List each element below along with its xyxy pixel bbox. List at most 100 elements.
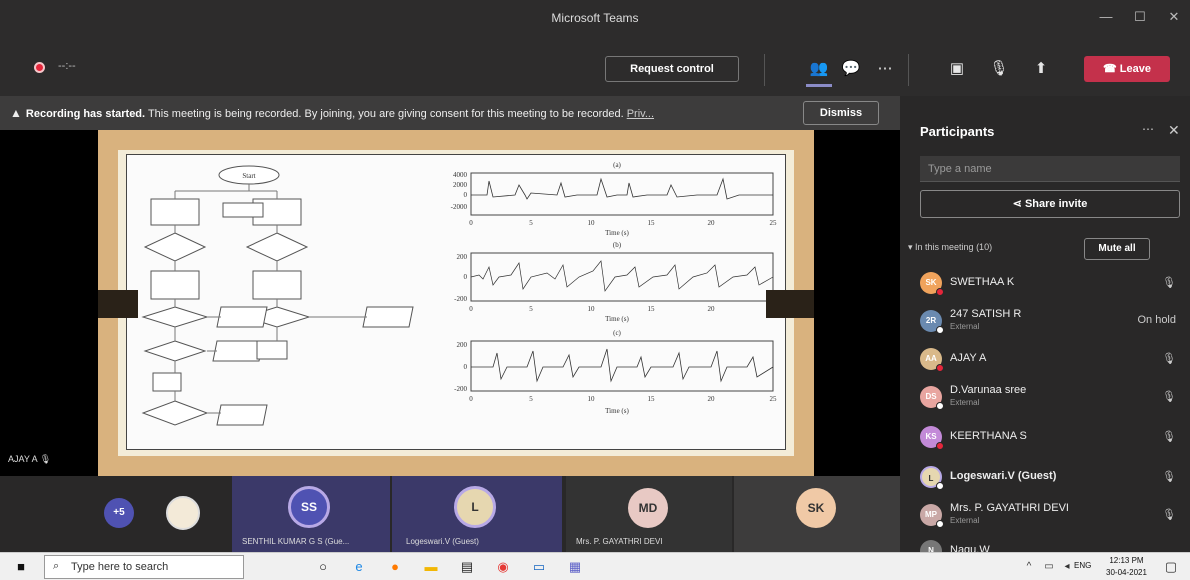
participant-name: SWETHAA K (950, 276, 1015, 288)
mic-muted-icon: 🎙 (1162, 353, 1176, 365)
participant-row[interactable]: L Logeswari.V (Guest) 🎙 (900, 462, 1190, 494)
mic-icon: 🎙 (1162, 509, 1176, 521)
more-participants-badge[interactable]: +5 (104, 498, 134, 528)
taskbar-search[interactable]: ⌕ Type here to search (44, 555, 244, 579)
toolbar-divider (908, 54, 909, 86)
privacy-link[interactable]: Priv... (627, 108, 654, 120)
share-tray-icon[interactable]: ⬆ (1028, 56, 1054, 82)
plot-b-ytick: -200 (454, 295, 467, 303)
participant-row[interactable]: MP Mrs. P. GAYATHRI DEVI External 🎙 (900, 500, 1190, 532)
plot-c-xtick: 15 (648, 395, 656, 403)
recording-indicator-icon (34, 62, 45, 73)
title-bar: Microsoft Teams — ☐ ✕ (0, 0, 1190, 36)
plot-a-xtick: 5 (529, 219, 533, 227)
plot-a-ytick: 4000 (453, 171, 468, 179)
mic-icon: 🎙 (1162, 471, 1176, 483)
participant-row[interactable]: 2R 247 SATISH R External On hold (900, 306, 1190, 338)
participant-search-input[interactable] (920, 156, 1180, 182)
presenter-label: AJAY A 🎙 (8, 454, 51, 465)
on-hold-status: On hold (1137, 314, 1176, 326)
maximize-icon[interactable]: ☐ (1130, 9, 1150, 27)
search-icon: ⌕ (53, 560, 60, 572)
video-tile[interactable]: SK (734, 476, 900, 552)
participants-icon[interactable]: 👥 (806, 56, 832, 82)
participant-name: Mrs. P. GAYATHRI DEVI (950, 502, 1069, 514)
participant-name: AJAY A (950, 352, 987, 364)
participant-row[interactable]: KS KEERTHANA S 🎙 (900, 422, 1190, 454)
video-tile[interactable]: L Logeswari.V (Guest) (392, 476, 562, 552)
participant-name: Logeswari.V (Guest) (950, 470, 1057, 482)
signal-plots: (a) 4000 2000 0 -2000 0 5 10 15 20 25 Ti… (451, 161, 777, 415)
tray-chevron-icon[interactable]: ^ (1018, 556, 1040, 578)
participant-name: KEERTHANA S (950, 430, 1027, 442)
plot-c-xtick: 0 (469, 395, 473, 403)
participant-row[interactable]: SK SWETHAA K 🎙 (900, 268, 1190, 300)
plot-c-xtick: 10 (588, 395, 596, 403)
shared-content-frame: Start (a) 4000 2000 0 -2000 0 5 10 15 20… (98, 130, 814, 476)
participant-name: 247 SATISH R (950, 308, 1022, 320)
banner-bold: Recording has started. (25, 108, 146, 120)
language-indicator[interactable]: ENG (1074, 561, 1091, 570)
avatar: MD (628, 488, 668, 528)
chat-icon[interactable]: 💬 (838, 56, 864, 82)
participant-row[interactable]: DS D.Varunaa sree External 🎙 (900, 382, 1190, 414)
presenter-mic-icon: 🎙 (39, 454, 52, 464)
dismiss-button[interactable]: Dismiss (803, 101, 879, 125)
participant-row[interactable]: AA AJAY A 🎙 (900, 344, 1190, 376)
file-explorer-icon[interactable]: ▬ (420, 556, 442, 578)
plot-a-ytick: 0 (464, 191, 468, 199)
chrome-icon[interactable]: ◉ (492, 556, 514, 578)
banner-text: ▲ Recording has started. This meeting is … (10, 106, 654, 120)
video-tile[interactable]: SS SENTHIL KUMAR G S (Gue... (232, 476, 390, 552)
os-taskbar: ■ ⌕ Type here to search ○ e ● ▬ ▤ ◉ ▭ ▦ … (0, 552, 1190, 580)
system-clock[interactable]: 12:13 PM 30-04-2021 (1106, 555, 1147, 579)
cortana-icon[interactable]: ○ (312, 556, 334, 578)
camera-off-icon[interactable]: ▣ (944, 56, 970, 82)
status-badge (936, 442, 944, 450)
edge-icon[interactable]: e (348, 556, 370, 578)
plot-b-xlabel: Time (s) (605, 315, 629, 323)
start-icon[interactable]: ■ (10, 556, 32, 578)
video-tile[interactable]: MD Mrs. P. GAYATHRI DEVI (566, 476, 732, 552)
in-meeting-section-header[interactable]: ▾ In this meeting (10) (908, 242, 992, 253)
document-figure: Start (a) 4000 2000 0 -2000 0 5 10 15 20… (141, 161, 777, 426)
participant-name: Nagu.W (950, 544, 990, 552)
panel-close-icon[interactable]: ✕ (1168, 122, 1180, 139)
banner-message: This meeting is being recorded. By joini… (145, 108, 627, 120)
avatar: SK (796, 488, 836, 528)
panel-more-icon[interactable]: ⋯ (1142, 122, 1154, 136)
share-invite-button[interactable]: ⋖ Share invite (920, 190, 1180, 218)
participant-row[interactable]: N Nagu.W (900, 536, 1190, 552)
participants-panel: Participants ⋯ ✕ ⋖ Share invite ▾ In thi… (900, 96, 1190, 552)
plot-c-ytick: 0 (464, 363, 468, 371)
panel-title: Participants (920, 124, 995, 139)
participant-subtitle: External (950, 516, 980, 525)
flowchart-shapes (141, 198, 414, 426)
section-label: In this meeting (10) (915, 242, 993, 252)
status-badge (936, 326, 944, 334)
plot-c-ytick: -200 (454, 385, 467, 393)
mic-muted-icon: 🎙 (1162, 277, 1176, 289)
plot-a-xlabel: Time (s) (605, 229, 629, 237)
overflow-tile[interactable]: +5 (84, 476, 230, 552)
close-window-icon[interactable]: ✕ (1164, 9, 1184, 27)
firefox-icon[interactable]: ● (384, 556, 406, 578)
teams-icon[interactable]: ▦ (564, 556, 586, 578)
plot-a-signal (471, 177, 773, 200)
meeting-timer: --:-- (58, 60, 76, 72)
more-actions-icon[interactable]: ⋯ (872, 56, 898, 82)
plot-b-signal (470, 260, 774, 292)
status-badge (936, 520, 944, 528)
store-icon[interactable]: ▤ (456, 556, 478, 578)
mic-muted-icon: 🎙 (1162, 391, 1176, 403)
minimize-icon[interactable]: — (1096, 9, 1116, 27)
mic-off-icon[interactable]: 🎙 (986, 56, 1012, 82)
plot-b-xtick: 15 (648, 305, 656, 313)
mute-all-button[interactable]: Mute all (1084, 238, 1150, 260)
request-control-button[interactable]: Request control (605, 56, 739, 82)
tile-label: Mrs. P. GAYATHRI DEVI (576, 537, 663, 546)
participant-subtitle: External (950, 398, 980, 407)
mail-icon[interactable]: ▭ (528, 556, 550, 578)
leave-button[interactable]: ☎ Leave (1084, 56, 1170, 82)
notifications-icon[interactable]: ▢ (1160, 556, 1182, 578)
